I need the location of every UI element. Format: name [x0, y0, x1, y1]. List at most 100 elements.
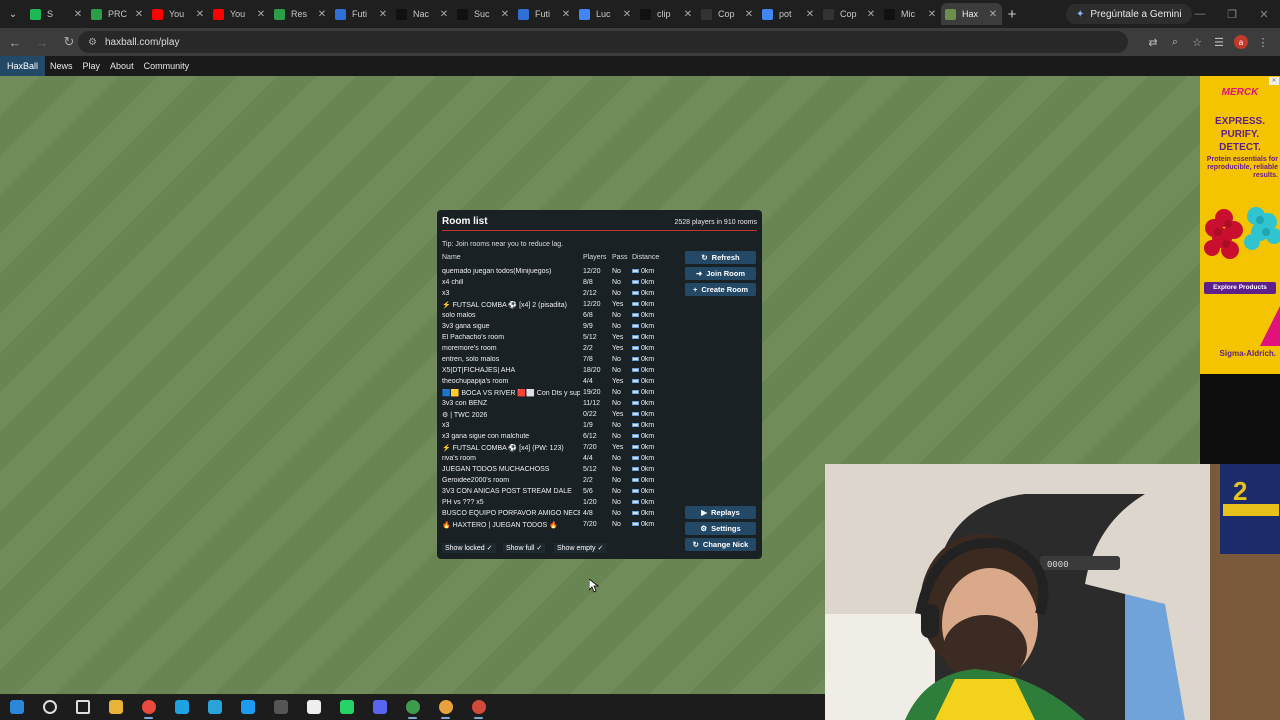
- browser-tab[interactable]: clip ✕: [636, 3, 697, 25]
- nav-brand-haxball[interactable]: HaxBall: [0, 56, 46, 76]
- nav-link-about[interactable]: About: [105, 56, 139, 76]
- show-full-toggle[interactable]: Show full ✓: [503, 543, 546, 553]
- chrome-profile-4-icon[interactable]: [462, 694, 495, 720]
- tab-close-icon[interactable]: ✕: [805, 9, 815, 20]
- tab-close-icon[interactable]: ✕: [622, 9, 632, 20]
- edge-icon[interactable]: [165, 694, 198, 720]
- tab-close-icon[interactable]: ✕: [256, 9, 266, 20]
- browser-tab[interactable]: Cop ✕: [697, 3, 758, 25]
- room-row[interactable]: x3 gana sigue con malchute 6/12 No 0km: [442, 432, 682, 443]
- translate-icon[interactable]: ⇄: [1142, 32, 1164, 52]
- bookmark-star-icon[interactable]: ☆: [1186, 32, 1208, 52]
- room-row[interactable]: 🟦🟨 BOCA VS RIVER 🟥⬜ Con Dts y supl 19/20 N…: [442, 388, 682, 399]
- tab-close-icon[interactable]: ✕: [927, 9, 937, 20]
- refresh-button[interactable]: ↻ Refresh: [685, 251, 756, 264]
- room-row[interactable]: theochupapija's room 4/4 Yes 0km: [442, 377, 682, 388]
- tab-close-icon[interactable]: ✕: [378, 9, 388, 20]
- room-row[interactable]: moremore's room 2/2 Yes 0km: [442, 344, 682, 355]
- whatsapp-icon[interactable]: [330, 694, 363, 720]
- telegram-icon[interactable]: [198, 694, 231, 720]
- browser-tab[interactable]: Hax ✕: [941, 3, 1002, 25]
- browser-tab[interactable]: Futi ✕: [514, 3, 575, 25]
- column-header-players[interactable]: Players: [583, 254, 606, 261]
- room-row[interactable]: x4 chill 8/8 No 0km: [442, 278, 682, 289]
- settings-button[interactable]: ⚙ Settings: [685, 522, 756, 535]
- room-table-body[interactable]: quemado juegan todos(Minijuegos) 12/20 No 0…: [442, 267, 682, 535]
- nav-link-community[interactable]: Community: [139, 56, 195, 76]
- explore-products-button[interactable]: Explore Products: [1204, 282, 1276, 294]
- room-row[interactable]: JUEGAN TODOS MUCHACHOSS 5/12 No 0km: [442, 465, 682, 476]
- chrome-profile-2-icon[interactable]: [396, 694, 429, 720]
- browser-tab[interactable]: Luc ✕: [575, 3, 636, 25]
- forward-icon[interactable]: →: [30, 30, 54, 54]
- browser-menu-icon[interactable]: ⋮: [1252, 32, 1274, 52]
- room-row[interactable]: ⚡ FUTSAL COMBA ⚽ [x4] 2 (pisadita) 12/20 Y…: [442, 300, 682, 311]
- discord-icon[interactable]: [363, 694, 396, 720]
- room-row[interactable]: BUSCO EQUIPO PORFAVOR AMIGO NECEC 4/8 No 0k…: [442, 509, 682, 520]
- nav-link-news[interactable]: News: [45, 56, 78, 76]
- tab-close-icon[interactable]: ✕: [683, 9, 693, 20]
- capcut-icon[interactable]: [297, 694, 330, 720]
- browser-tab[interactable]: Suc ✕: [453, 3, 514, 25]
- minimize-icon[interactable]: —: [1184, 0, 1216, 28]
- browser-tab[interactable]: Futi ✕: [331, 3, 392, 25]
- profile-avatar[interactable]: a: [1234, 35, 1248, 49]
- obs-icon[interactable]: [264, 694, 297, 720]
- task-view-icon[interactable]: [66, 694, 99, 720]
- chrome-profile-3-icon[interactable]: [429, 694, 462, 720]
- browser-tab[interactable]: Res ✕: [270, 3, 331, 25]
- room-row[interactable]: El Pachacho's room 5/12 Yes 0km: [442, 333, 682, 344]
- file-explorer-icon[interactable]: [99, 694, 132, 720]
- show-empty-toggle[interactable]: Show empty ✓: [554, 543, 607, 553]
- windows-start-icon[interactable]: [0, 694, 33, 720]
- room-row[interactable]: quemado juegan todos(Minijuegos) 12/20 No 0…: [442, 267, 682, 278]
- zoom-icon[interactable]: ⌕: [1164, 32, 1186, 52]
- room-row[interactable]: ⚡ FUTSAL COMBA ⚽ [x4] (PW: 123) 7/20 Yes 0k…: [442, 443, 682, 454]
- tab-close-icon[interactable]: ✕: [439, 9, 449, 20]
- browser-tab[interactable]: You ✕: [209, 3, 270, 25]
- restore-icon[interactable]: ❐: [1216, 0, 1248, 28]
- browser-tab[interactable]: PRC ✕: [87, 3, 148, 25]
- column-header-pass[interactable]: Pass: [612, 254, 628, 261]
- browser-tab[interactable]: Mic ✕: [880, 3, 941, 25]
- new-tab-button[interactable]: +: [1002, 6, 1022, 23]
- change-nick-button[interactable]: ↻ Change Nick: [685, 538, 756, 551]
- nav-link-play[interactable]: Play: [78, 56, 106, 76]
- room-row[interactable]: Geroidee2000's room 2/2 No 0km: [442, 476, 682, 487]
- join-room-button[interactable]: ➜ Join Room: [685, 267, 756, 280]
- twitter-icon[interactable]: [231, 694, 264, 720]
- room-row[interactable]: X5|DT|FICHAJES| AHA 18/20 No 0km: [442, 366, 682, 377]
- room-row[interactable]: x3 1/9 No 0km: [442, 421, 682, 432]
- close-window-icon[interactable]: ✕: [1248, 0, 1280, 28]
- back-icon[interactable]: ←: [3, 30, 27, 54]
- advertisement[interactable]: ✕ MERCK EXPRESS. PURIFY. DETECT. Protein…: [1200, 76, 1280, 374]
- room-row[interactable]: 🔥 HAXTERO | JUEGAN TODOS 🔥 7/20 No 0km: [442, 520, 682, 531]
- column-header-distance[interactable]: Distance: [632, 254, 659, 261]
- tab-close-icon[interactable]: ✕: [500, 9, 510, 20]
- tab-close-icon[interactable]: ✕: [561, 9, 571, 20]
- reading-list-icon[interactable]: ☰: [1208, 32, 1230, 52]
- address-bar[interactable]: ⚙ haxball.com/play: [78, 31, 1128, 53]
- tab-close-icon[interactable]: ✕: [988, 9, 998, 20]
- room-row[interactable]: x3 2/12 No 0km: [442, 289, 682, 300]
- room-row[interactable]: ⚙ | TWC 2026 0/22 Yes 0km: [442, 410, 682, 421]
- chrome-icon[interactable]: [132, 694, 165, 720]
- show-locked-toggle[interactable]: Show locked ✓: [442, 543, 496, 553]
- room-row[interactable]: riva's room 4/4 No 0km: [442, 454, 682, 465]
- room-row[interactable]: solo malos 6/8 No 0km: [442, 311, 682, 322]
- room-row[interactable]: entren, solo malos 7/8 No 0km: [442, 355, 682, 366]
- search-icon[interactable]: [33, 694, 66, 720]
- room-row[interactable]: 3v3 con BENZ 11/12 No 0km: [442, 399, 682, 410]
- create-room-button[interactable]: + Create Room: [685, 283, 756, 296]
- tab-close-icon[interactable]: ✕: [744, 9, 754, 20]
- browser-tab[interactable]: Cop ✕: [819, 3, 880, 25]
- column-header-name[interactable]: Name: [442, 254, 461, 261]
- browser-tab[interactable]: S ✕: [26, 3, 87, 25]
- room-row[interactable]: 3v3 gana sigue 9/9 No 0km: [442, 322, 682, 333]
- tab-close-icon[interactable]: ✕: [866, 9, 876, 20]
- gemini-button[interactable]: ✦ Pregúntale a Gemini: [1066, 4, 1192, 24]
- browser-tab[interactable]: pot ✕: [758, 3, 819, 25]
- site-info-icon[interactable]: ⚙: [88, 37, 97, 48]
- tab-close-icon[interactable]: ✕: [195, 9, 205, 20]
- tab-search-icon[interactable]: ⌄: [0, 3, 26, 25]
